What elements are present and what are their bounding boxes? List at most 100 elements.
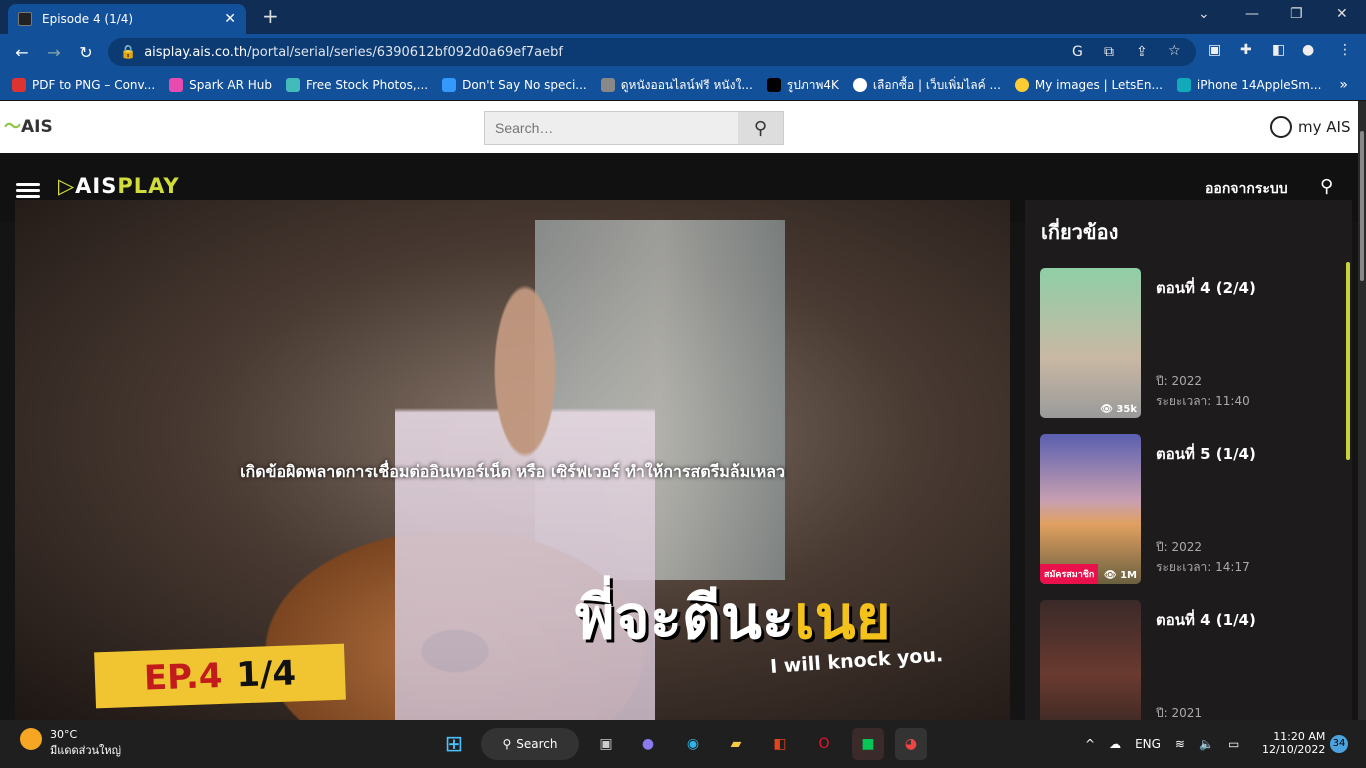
bookmark[interactable]: ดูหนังออนไลน์ฟรี หนังใ... xyxy=(600,76,753,95)
stream-error-message: เกิดข้อผิดพลาดการเชื่อมต่ออินเทอร์เน็ต ห… xyxy=(240,462,785,481)
ais-swoosh-icon: 〜 xyxy=(4,117,21,137)
bookmark-label: Free Stock Photos,... xyxy=(306,78,429,92)
related-thumbnail: 👁 35k xyxy=(1040,268,1141,418)
pdf-icon xyxy=(12,78,26,92)
episode-badge: EP.4 1/4 xyxy=(94,643,346,709)
related-title: ตอนที่ 4 (1/4) xyxy=(1156,611,1256,629)
open-in-app-icon[interactable]: ⧉ xyxy=(1104,44,1114,60)
page-scrollbar[interactable] xyxy=(1358,101,1366,720)
related-duration: ระยะเวลา: 14:17 xyxy=(1156,560,1250,574)
profile-avatar[interactable]: ● xyxy=(1302,42,1314,58)
hamburger-menu-icon[interactable] xyxy=(16,180,40,201)
bookmark[interactable]: รูปภาพ4K xyxy=(766,76,839,95)
line-icon[interactable]: ■ xyxy=(852,728,884,760)
file-explorer-icon[interactable]: ▰ xyxy=(720,728,752,760)
chrome-icon[interactable]: ◕ xyxy=(895,728,927,760)
bookmark[interactable]: เลือกซื้อ | เว็บเพิ่มไลค์ ... xyxy=(852,76,1001,95)
bookmark-label: iPhone 14AppleSm... xyxy=(1196,78,1322,92)
more-bookmarks-button[interactable]: » xyxy=(1339,77,1348,93)
forward-icon[interactable]: → xyxy=(38,43,70,62)
extension-icon[interactable]: ▣ xyxy=(1208,42,1221,58)
search-icon: ⚲ xyxy=(502,737,512,751)
onedrive-icon[interactable]: ☁ xyxy=(1109,737,1121,751)
views-count: 👁 1M xyxy=(1103,570,1137,581)
bookmarks-bar: PDF to PNG – Conv... Spark AR Hub Free S… xyxy=(0,70,1366,100)
edge-icon[interactable]: ◉ xyxy=(677,728,709,760)
google-icon[interactable]: G xyxy=(1072,44,1083,60)
volume-icon[interactable]: 🔈 xyxy=(1199,737,1214,751)
close-tab-icon[interactable]: ✕ xyxy=(224,11,236,27)
logo-play: PLAY xyxy=(117,174,180,198)
bookmark[interactable]: My images | LetsEn... xyxy=(1014,78,1163,92)
aisplay-logo[interactable]: ▷AISPLAY xyxy=(58,174,180,198)
extensions-puzzle-icon[interactable]: ✚ xyxy=(1240,42,1252,58)
browser-tab[interactable]: Episode 4 (1/4) ✕ xyxy=(8,4,246,34)
temperature: 30°C xyxy=(50,728,78,741)
ais-logo[interactable]: 〜AIS xyxy=(4,112,53,137)
minimize-icon[interactable]: — xyxy=(1245,6,1259,22)
taskbar-search[interactable]: ⚲ Search xyxy=(481,728,579,760)
iphone-site-icon xyxy=(1176,78,1191,92)
search-icon[interactable]: ⚲ xyxy=(1320,176,1333,197)
show-hidden-icons[interactable]: ^ xyxy=(1085,737,1095,751)
back-icon[interactable]: ← xyxy=(6,43,38,62)
weather-widget[interactable]: 30°C มีแดดส่วนใหญ่ xyxy=(20,728,121,759)
language-indicator[interactable]: ENG xyxy=(1135,737,1161,751)
related-title: ตอนที่ 5 (1/4) xyxy=(1156,445,1256,463)
logo-ais: AIS xyxy=(75,174,118,198)
search-input[interactable] xyxy=(485,112,738,144)
start-icon[interactable]: ⊞ xyxy=(438,728,470,760)
related-item[interactable]: สมัครสมาชิก 👁 1M ตอนที่ 5 (1/4) ปี: 2022 … xyxy=(1040,434,1340,584)
notification-badge[interactable]: 34 xyxy=(1330,735,1348,753)
browser-toolbar: ← → ↻ 🔒 aisplay.ais.co.th/portal/serial/s… xyxy=(0,34,1366,70)
show-title-b: เนย xyxy=(794,583,891,653)
letsenhance-icon xyxy=(1014,78,1029,92)
clock-time: 11:20 AM xyxy=(1273,730,1326,743)
spark-icon xyxy=(169,78,184,92)
tab-strip: Episode 4 (1/4) ✕ + ⌄ — ❐ ✕ xyxy=(0,0,1366,34)
user-icon xyxy=(1270,116,1292,138)
search-button[interactable]: ⚲ xyxy=(738,112,783,144)
logout-link[interactable]: ออกจากระบบ xyxy=(1205,178,1288,200)
bookmark[interactable]: PDF to PNG – Conv... xyxy=(12,78,155,92)
tab-search-icon[interactable]: ⌄ xyxy=(1198,6,1210,22)
side-panel-icon[interactable]: ◧ xyxy=(1272,42,1285,58)
search-icon: ⚲ xyxy=(753,117,768,139)
bookmark[interactable]: Don't Say No speci... xyxy=(442,78,587,92)
bookmark-label: PDF to PNG – Conv... xyxy=(32,78,156,92)
close-window-icon[interactable]: ✕ xyxy=(1336,6,1348,22)
address-bar[interactable]: 🔒 aisplay.ais.co.th/portal/serial/series/… xyxy=(108,38,1196,66)
bookmark-label: Spark AR Hub xyxy=(189,78,273,92)
taskbar-search-label: Search xyxy=(516,737,558,751)
bookmark-star-icon[interactable]: ☆ xyxy=(1168,43,1181,59)
related-year: ปี: 2022 xyxy=(1156,374,1203,388)
related-scrollbar[interactable] xyxy=(1346,262,1350,460)
related-item[interactable]: 👁 35k ตอนที่ 4 (2/4) ปี: 2022 ระยะเวลา: … xyxy=(1040,268,1340,418)
battery-icon[interactable]: ▭ xyxy=(1228,737,1239,751)
task-view-icon[interactable]: ▣ xyxy=(590,728,622,760)
opera-icon[interactable]: O xyxy=(808,728,840,760)
office-icon[interactable]: ◧ xyxy=(764,728,796,760)
my-ais-link[interactable]: my AIS xyxy=(1270,116,1350,138)
related-heading: เกี่ยวข้อง xyxy=(1041,220,1119,244)
my-ais-label: my AIS xyxy=(1298,118,1351,136)
menu-icon[interactable]: ⋮ xyxy=(1338,42,1352,58)
teams-chat-icon[interactable]: ● xyxy=(632,728,664,760)
share-icon[interactable]: ⇪ xyxy=(1136,44,1148,60)
image-site-icon xyxy=(766,78,781,92)
weather-text: มีแดดส่วนใหญ่ xyxy=(50,744,122,757)
tab-title: Episode 4 (1/4) xyxy=(42,12,134,26)
clock[interactable]: 11:20 AM 12/10/2022 xyxy=(1262,730,1325,756)
reload-icon[interactable]: ↻ xyxy=(70,43,102,62)
tv-icon xyxy=(442,78,457,92)
related-thumbnail: สมัครสมาชิก 👁 1M xyxy=(1040,434,1141,584)
bookmark[interactable]: Free Stock Photos,... xyxy=(286,78,428,92)
wifi-icon[interactable]: ≋ xyxy=(1175,737,1185,751)
video-player[interactable]: EP.4 1/4 พี่จะตีนะเนย I will knock you. เ… xyxy=(15,200,1010,720)
bookmark-label: My images | LetsEn... xyxy=(1034,78,1163,92)
new-tab-button[interactable]: + xyxy=(262,4,279,28)
restore-icon[interactable]: ❐ xyxy=(1290,6,1303,22)
bookmark-label: Don't Say No speci... xyxy=(462,78,587,92)
bookmark[interactable]: iPhone 14AppleSm... xyxy=(1176,78,1322,92)
bookmark[interactable]: Spark AR Hub xyxy=(169,78,272,92)
